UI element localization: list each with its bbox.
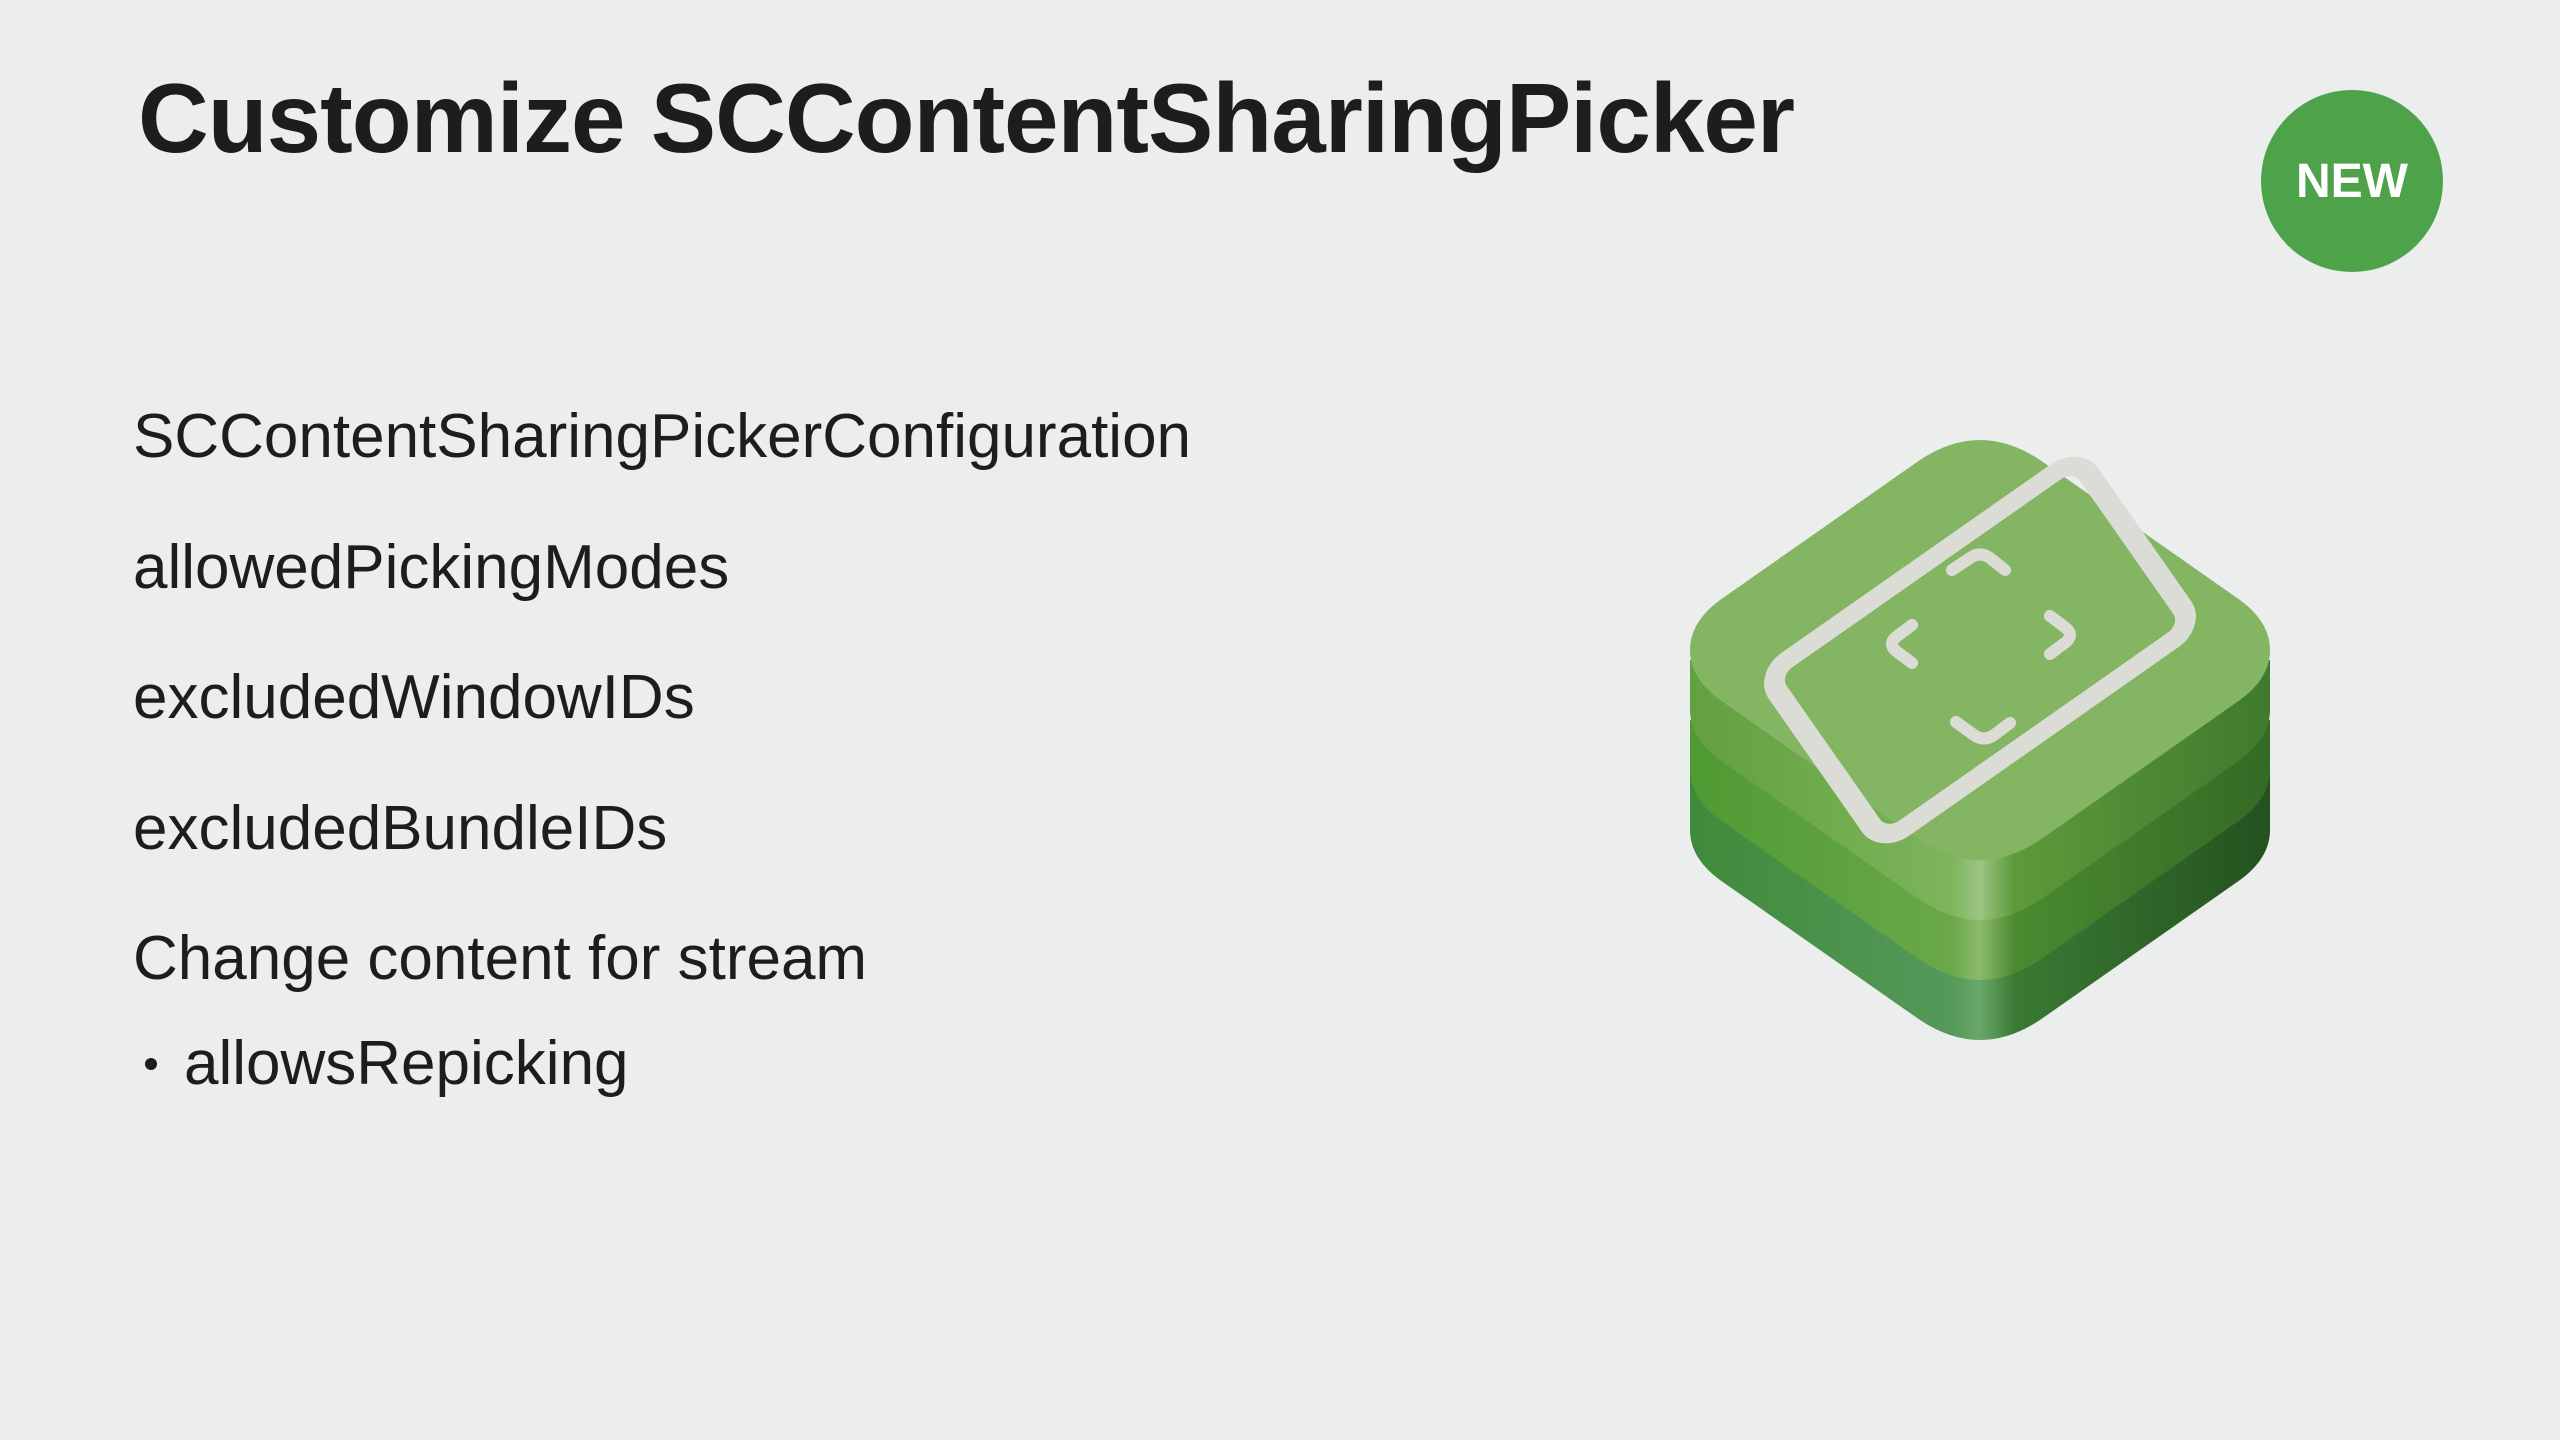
topic-item-excluded-window-ids: excludedWindowIDs bbox=[133, 663, 695, 732]
topic-item-allowed-picking-modes: allowedPickingModes bbox=[133, 533, 730, 602]
sub-item-allows-repicking: allowsRepicking bbox=[133, 1027, 629, 1101]
topic-item-change-content: Change content for stream bbox=[133, 924, 868, 993]
topic-item-excluded-bundle-ids: excludedBundleIDs bbox=[133, 794, 668, 863]
bullet-icon bbox=[145, 1058, 157, 1071]
sub-item-label: allowsRepicking bbox=[184, 1029, 629, 1098]
slide: Customize SCContentSharingPicker NEW SCC… bbox=[0, 0, 2560, 1440]
screencapturekit-app-icon bbox=[1680, 390, 2280, 1050]
topic-list: SCContentSharingPickerConfiguration allo… bbox=[133, 0, 1533, 1440]
new-badge-label: NEW bbox=[2296, 154, 2408, 208]
topic-item-configuration: SCContentSharingPickerConfiguration bbox=[133, 402, 1192, 471]
new-badge: NEW bbox=[2261, 90, 2443, 272]
